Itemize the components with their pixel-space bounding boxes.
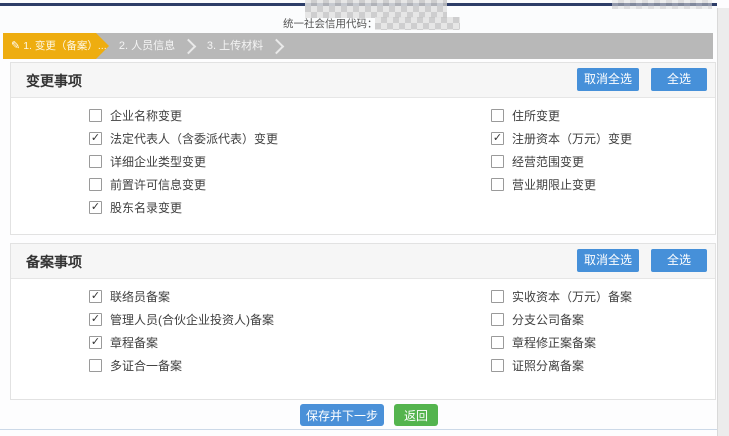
checkbox[interactable]: ✓ [89,132,102,145]
checkbox[interactable] [491,290,504,303]
step-1-change-filing[interactable]: ✎1. 变更（备案）... [3,33,109,59]
step-1-label: 1. 变更（备案）... [23,40,106,52]
checkbox-label: 经营范围变更 [512,153,584,170]
checkbox-label: 分支公司备案 [512,311,584,328]
checkbox-item[interactable]: ✓ 股东名录变更 [89,199,278,215]
checkbox-item[interactable]: 营业期限止变更 [491,176,632,192]
pencil-icon: ✎ [11,40,20,52]
checkbox-item[interactable]: 前置许可信息变更 [89,176,278,192]
checkbox-item[interactable]: ✓ 管理人员(合伙企业投资人)备案 [89,311,274,327]
filing-items-left-column: ✓ 联络员备案 ✓ 管理人员(合伙企业投资人)备案 ✓ 章程备案 多证合一备案 [89,288,274,380]
checkbox-item[interactable]: ✓ 法定代表人（含委派代表）变更 [89,130,278,146]
back-button[interactable]: 返回 [394,404,438,426]
change-items-left-column: 企业名称变更 ✓ 法定代表人（含委派代表）变更 详细企业类型变更 前置许可信息变更… [89,107,278,222]
credit-code-label: 统一社会信用代码： [283,18,378,31]
checkbox-label: 管理人员(合伙企业投资人)备案 [110,311,274,328]
deselect-all-button[interactable]: 取消全选 [577,68,639,91]
checkbox-label: 注册资本（万元）变更 [512,130,632,147]
bottom-divider [0,429,729,430]
checkbox[interactable]: ✓ [89,313,102,326]
checkbox[interactable] [491,109,504,122]
save-and-next-button[interactable]: 保存并下一步 [300,404,384,426]
checkbox-label: 前置许可信息变更 [110,176,206,193]
checkbox-label: 股东名录变更 [110,199,182,216]
select-all-button[interactable]: 全选 [651,68,707,91]
checkbox[interactable]: ✓ [89,336,102,349]
checkbox-item[interactable]: ✓ 注册资本（万元）变更 [491,130,632,146]
checkbox-item[interactable]: ✓ 章程备案 [89,334,274,350]
checkbox[interactable] [89,359,102,372]
checkbox-label: 章程备案 [110,334,158,351]
change-items-panel: 变更事项 取消全选 全选 企业名称变更 ✓ 法定代表人（含委派代表）变更 详细企业… [10,62,716,235]
checkbox[interactable]: ✓ [491,132,504,145]
checkbox[interactable] [491,155,504,168]
change-items-right-column: 住所变更 ✓ 注册资本（万元）变更 经营范围变更 营业期限止变更 [491,107,632,199]
checkbox-item[interactable]: ✓ 联络员备案 [89,288,274,304]
checkbox-item[interactable]: 经营范围变更 [491,153,632,169]
redacted-header-text [612,0,712,9]
checkbox-label: 法定代表人（含委派代表）变更 [110,130,278,147]
filing-items-title: 备案事项 [26,252,82,272]
checkbox-item[interactable]: 住所变更 [491,107,632,123]
checkbox-item[interactable]: 章程修正案备案 [491,334,632,350]
checkbox-item[interactable]: 证照分离备案 [491,357,632,373]
checkbox-item[interactable]: 企业名称变更 [89,107,278,123]
checkbox-label: 详细企业类型变更 [110,153,206,170]
right-page-gutter [717,8,729,436]
filing-items-header: 备案事项 取消全选 全选 [11,244,715,279]
checkbox-item[interactable]: 分支公司备案 [491,311,632,327]
checkbox-label: 联络员备案 [110,288,170,305]
step-2-personnel-info[interactable]: 2. 人员信息 [107,33,187,59]
step-wizard: ✎1. 变更（备案）... 2. 人员信息 3. 上传材料 [3,33,713,59]
step-3-upload-materials[interactable]: 3. 上传材料 [195,33,275,59]
checkbox[interactable] [491,336,504,349]
checkbox-label: 章程修正案备案 [512,334,596,351]
checkbox-item[interactable]: 详细企业类型变更 [89,153,278,169]
checkbox-label: 多证合一备案 [110,357,182,374]
checkbox-label: 证照分离备案 [512,357,584,374]
checkbox[interactable] [89,155,102,168]
checkbox[interactable] [491,359,504,372]
checkbox[interactable]: ✓ [89,201,102,214]
redacted-company-name [305,0,447,18]
checkbox-label: 营业期限止变更 [512,176,596,193]
select-all-button[interactable]: 全选 [651,249,707,272]
checkbox[interactable] [89,178,102,191]
checkbox-item[interactable]: 实收资本（万元）备案 [491,288,632,304]
checkbox[interactable] [491,313,504,326]
checkbox-label: 企业名称变更 [110,107,182,124]
filing-items-panel: 备案事项 取消全选 全选 ✓ 联络员备案 ✓ 管理人员(合伙企业投资人)备案 ✓ 章程… [10,243,716,400]
page: 统一社会信用代码： ✎1. 变更（备案）... 2. 人员信息 3. 上传材料 … [0,0,729,436]
checkbox-label: 实收资本（万元）备案 [512,288,632,305]
checkbox-item[interactable]: 多证合一备案 [89,357,274,373]
redacted-credit-code [375,17,460,30]
checkbox[interactable] [89,109,102,122]
checkbox-label: 住所变更 [512,107,560,124]
deselect-all-button[interactable]: 取消全选 [577,249,639,272]
top-header: 统一社会信用代码： [0,0,717,33]
checkbox[interactable]: ✓ [89,290,102,303]
change-items-header: 变更事项 取消全选 全选 [11,63,715,98]
checkbox[interactable] [491,178,504,191]
change-items-title: 变更事项 [26,71,82,91]
filing-items-right-column: 实收资本（万元）备案 分支公司备案 章程修正案备案 证照分离备案 [491,288,632,380]
